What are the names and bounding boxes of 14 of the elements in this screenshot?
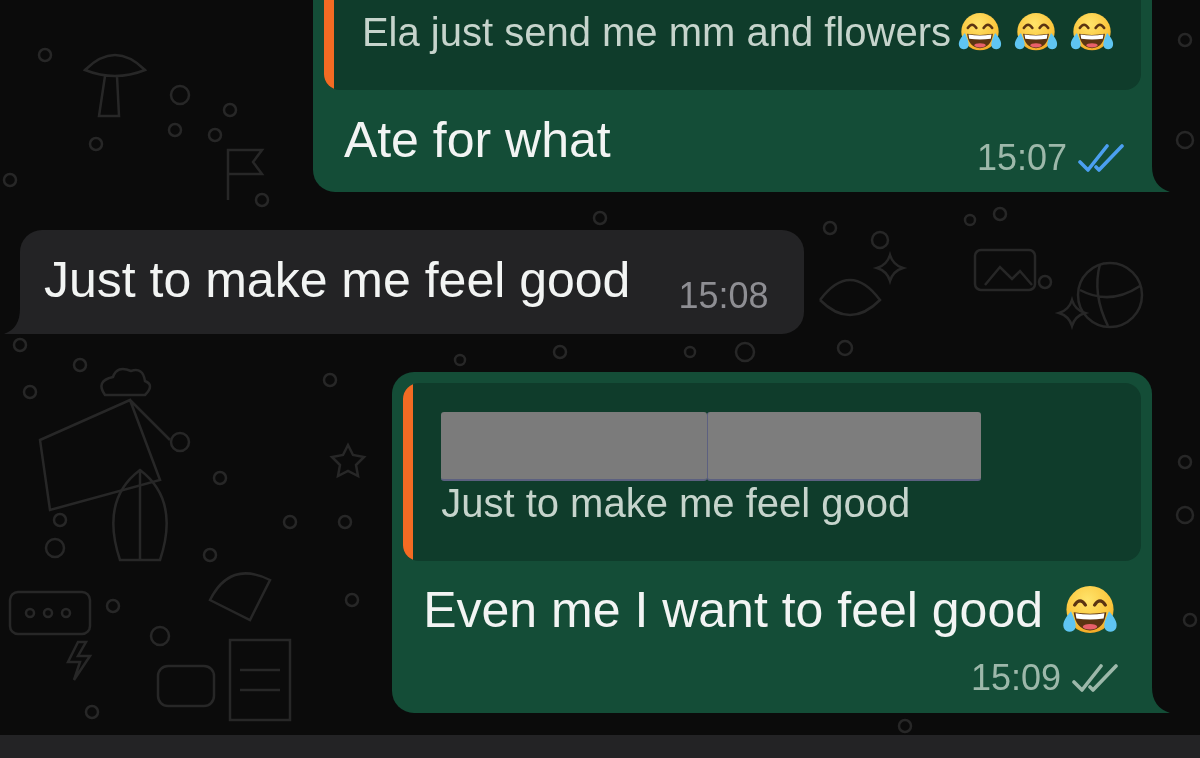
quoted-message[interactable]: Ela just send me mm and flowers [323,0,1141,90]
message-text: Even me I want to feel good [423,581,1043,640]
message-time: 15:07 [976,138,1067,178]
message-text: Just to make me feel good [44,251,631,310]
tears-of-joy-emoji-icon [957,12,1003,52]
tears-of-joy-emoji-icon [1069,12,1115,52]
quoted-message[interactable]: Just to make me feel good [403,383,1141,561]
quoted-text: Ela just send me mm and flowers [361,10,951,54]
message-time: 15:08 [678,276,769,316]
quoted-text: Just to make me feel good [441,481,911,525]
message-text: Ate for what [343,111,611,170]
message-time: 15:09 [970,658,1061,698]
tears-of-joy-emoji-icon [1061,585,1119,635]
tears-of-joy-emoji-icon [1013,12,1059,52]
